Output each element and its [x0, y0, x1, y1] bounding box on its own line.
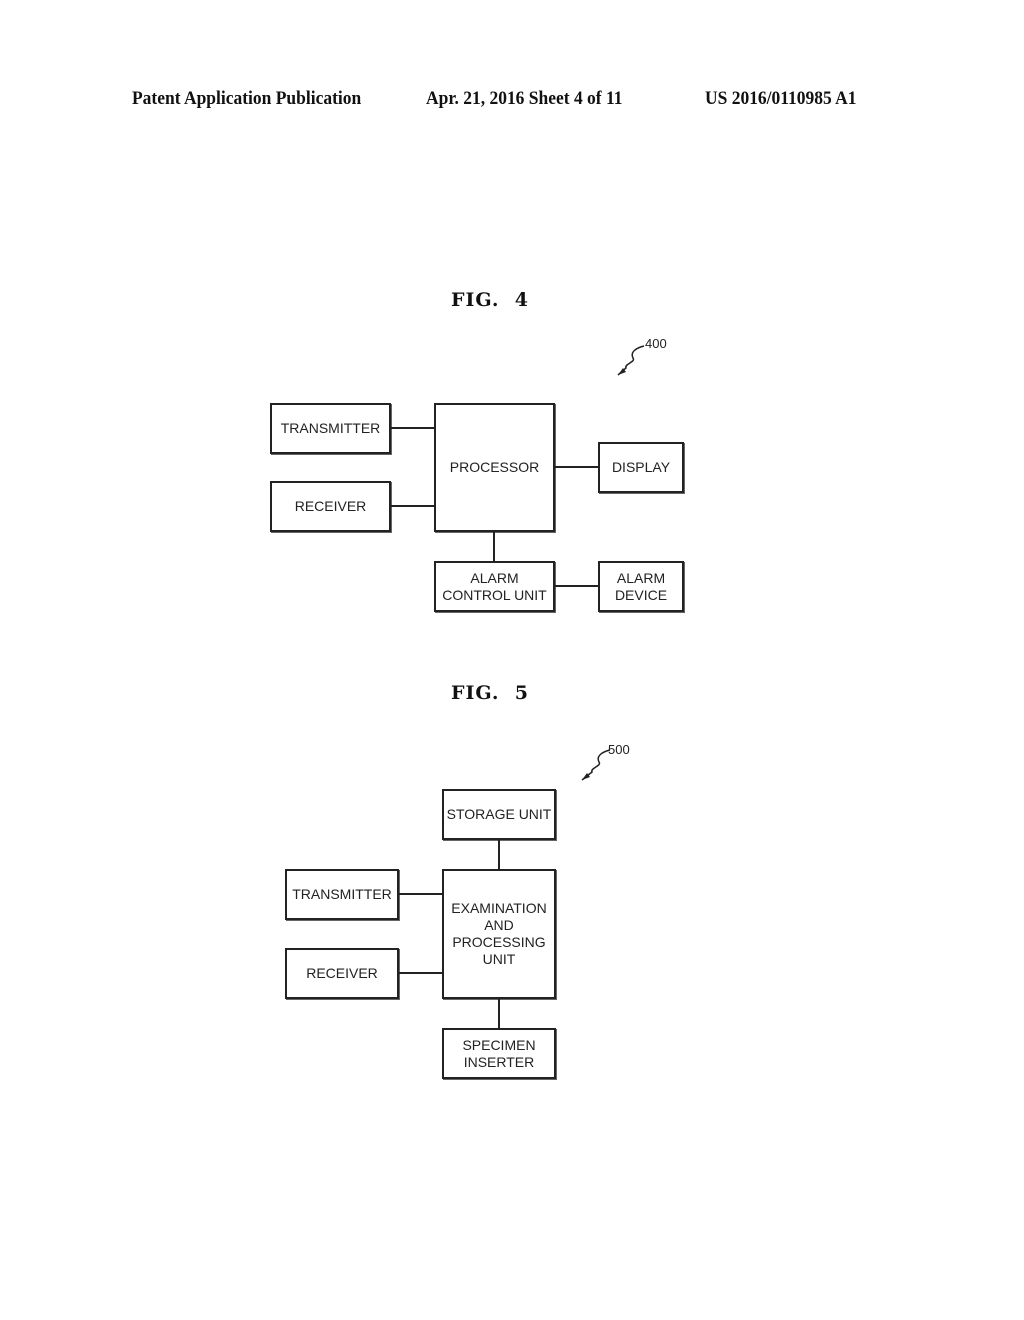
fig5-specimen-inserter-box: SPECIMEN INSERTER — [442, 1028, 556, 1079]
fig5-connector-receiver-examination — [399, 972, 442, 974]
fig4-display-box: DISPLAY — [598, 442, 684, 493]
fig4-connector-processor-alarm-control — [493, 532, 495, 561]
publication-number: US 2016/0110985 A1 — [705, 88, 857, 109]
fig5-receiver-box: RECEIVER — [285, 948, 399, 999]
fig5-storage-unit-box: STORAGE UNIT — [442, 789, 556, 840]
fig4-transmitter-box: TRANSMITTER — [270, 403, 391, 454]
fig5-reference-number: 500 — [608, 742, 630, 757]
fig4-connector-processor-display — [555, 466, 598, 468]
fig5-transmitter-box: TRANSMITTER — [285, 869, 399, 920]
fig4-reference-arrow-icon — [617, 345, 645, 376]
fig4-connector-receiver-processor — [391, 505, 434, 507]
fig4-processor-box: PROCESSOR — [434, 403, 555, 532]
fig5-connector-storage-examination — [498, 840, 500, 869]
fig5-connector-transmitter-examination — [399, 893, 442, 895]
fig4-connector-alarm-control-alarm-device — [555, 585, 598, 587]
fig4-alarm-device-box: ALARM DEVICE — [598, 561, 684, 612]
fig4-alarm-control-unit-box: ALARM CONTROL UNIT — [434, 561, 555, 612]
fig4-reference-number: 400 — [645, 336, 667, 351]
fig4-connector-transmitter-processor — [391, 427, 434, 429]
publication-date-sheet: Apr. 21, 2016 Sheet 4 of 11 — [426, 88, 623, 109]
fig4-title: FIG. 4 — [451, 289, 529, 311]
fig4-receiver-box: RECEIVER — [270, 481, 391, 532]
fig5-examination-processing-unit-box: EXAMINATION AND PROCESSING UNIT — [442, 869, 556, 999]
fig5-connector-examination-specimen — [498, 999, 500, 1028]
publication-label: Patent Application Publication — [132, 88, 362, 109]
fig5-title: FIG. 5 — [451, 682, 529, 704]
